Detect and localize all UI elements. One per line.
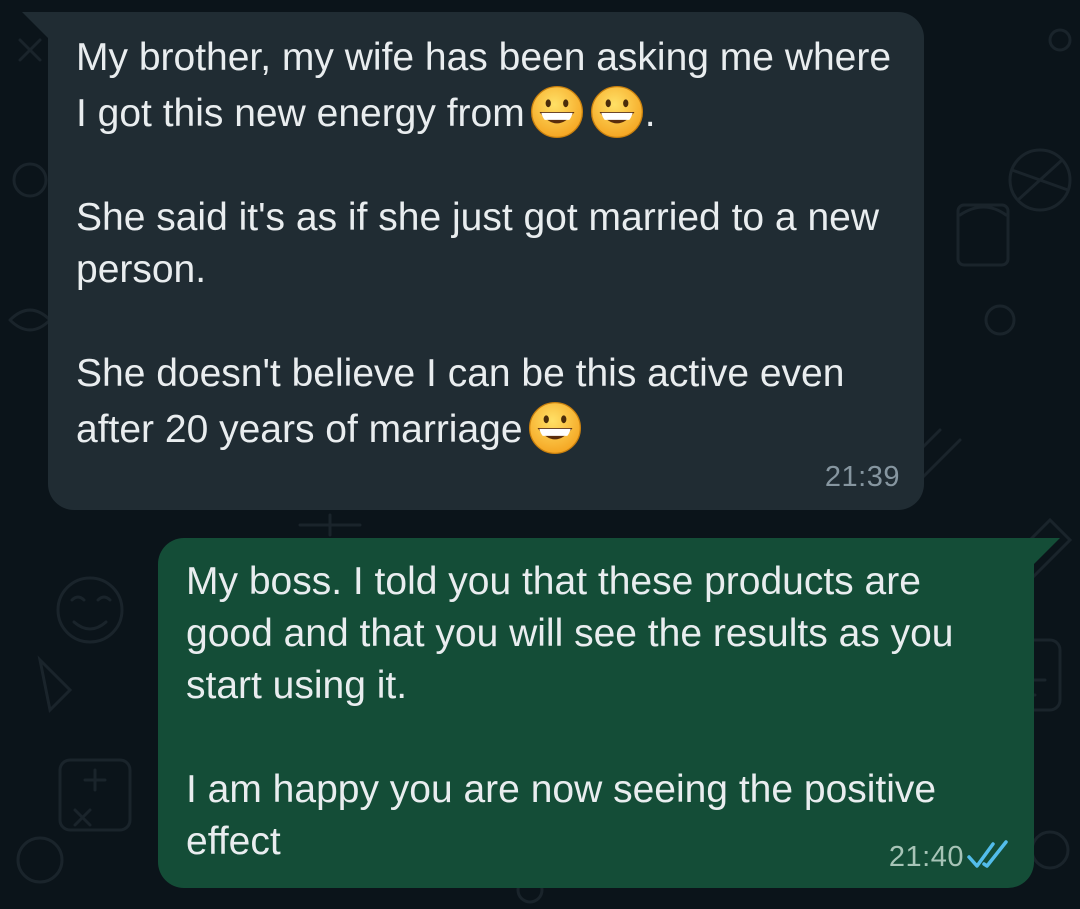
message-timestamp: 21:40 <box>888 841 964 873</box>
outgoing-bubble-tail <box>1034 538 1060 564</box>
message-paragraph: I am happy you are now seeing the positi… <box>186 768 937 863</box>
message-paragraph: She said it's as if she just got married… <box>76 196 880 291</box>
grinning-face-emoji <box>530 85 583 139</box>
message-text: My brother, my wife has been asking me w… <box>76 36 892 135</box>
incoming-bubble-tail <box>22 12 48 38</box>
incoming-message-bubble[interactable]: My brother, my wife has been asking me w… <box>48 12 924 510</box>
message-paragraph: My brother, my wife has been asking me w… <box>76 32 896 140</box>
double-check-read-icon <box>967 840 1008 868</box>
outgoing-message-bubble[interactable]: My boss. I told you that these products … <box>158 538 1034 888</box>
message-text: She doesn't believe I can be this active… <box>76 352 845 451</box>
message-text-suffix: . <box>644 92 656 135</box>
grinning-face-emoji <box>528 401 581 455</box>
message-timestamp: 21:39 <box>824 461 900 493</box>
message-paragraph: She doesn't believe I can be this active… <box>76 348 896 456</box>
message-paragraph: My boss. I told you that these products … <box>186 560 954 707</box>
grinning-face-emoji <box>590 85 643 139</box>
